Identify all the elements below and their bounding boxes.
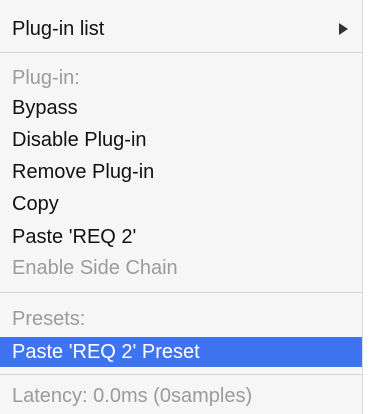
menu-edge: [362, 0, 378, 414]
menu-separator: [0, 292, 362, 293]
context-menu: Plug-in list Plug-in: Bypass Disable Plu…: [0, 0, 378, 414]
menu-item-disable-plugin[interactable]: Disable Plug-in: [0, 125, 362, 155]
menu-item-remove-plugin[interactable]: Remove Plug-in: [0, 157, 362, 187]
menu-item-copy[interactable]: Copy: [0, 189, 362, 219]
menu-header-plugin: Plug-in:: [12, 67, 80, 89]
menu-separator: [0, 374, 362, 375]
menu-item-latency: Latency: 0.0ms (0samples): [12, 385, 253, 407]
menu-item-plugin-list[interactable]: Plug-in list: [0, 14, 362, 44]
menu-item-enable-side-chain: Enable Side Chain: [12, 257, 178, 279]
menu-header-presets: Presets:: [12, 308, 86, 330]
menu-item-paste-preset[interactable]: Paste 'REQ 2' Preset: [0, 337, 362, 367]
menu-item-paste[interactable]: Paste 'REQ 2': [0, 222, 362, 252]
menu-item-bypass[interactable]: Bypass: [0, 93, 362, 123]
menu-separator: [0, 52, 362, 53]
menu-item-label: Plug-in list: [12, 18, 105, 40]
submenu-arrow-icon: [339, 23, 348, 35]
